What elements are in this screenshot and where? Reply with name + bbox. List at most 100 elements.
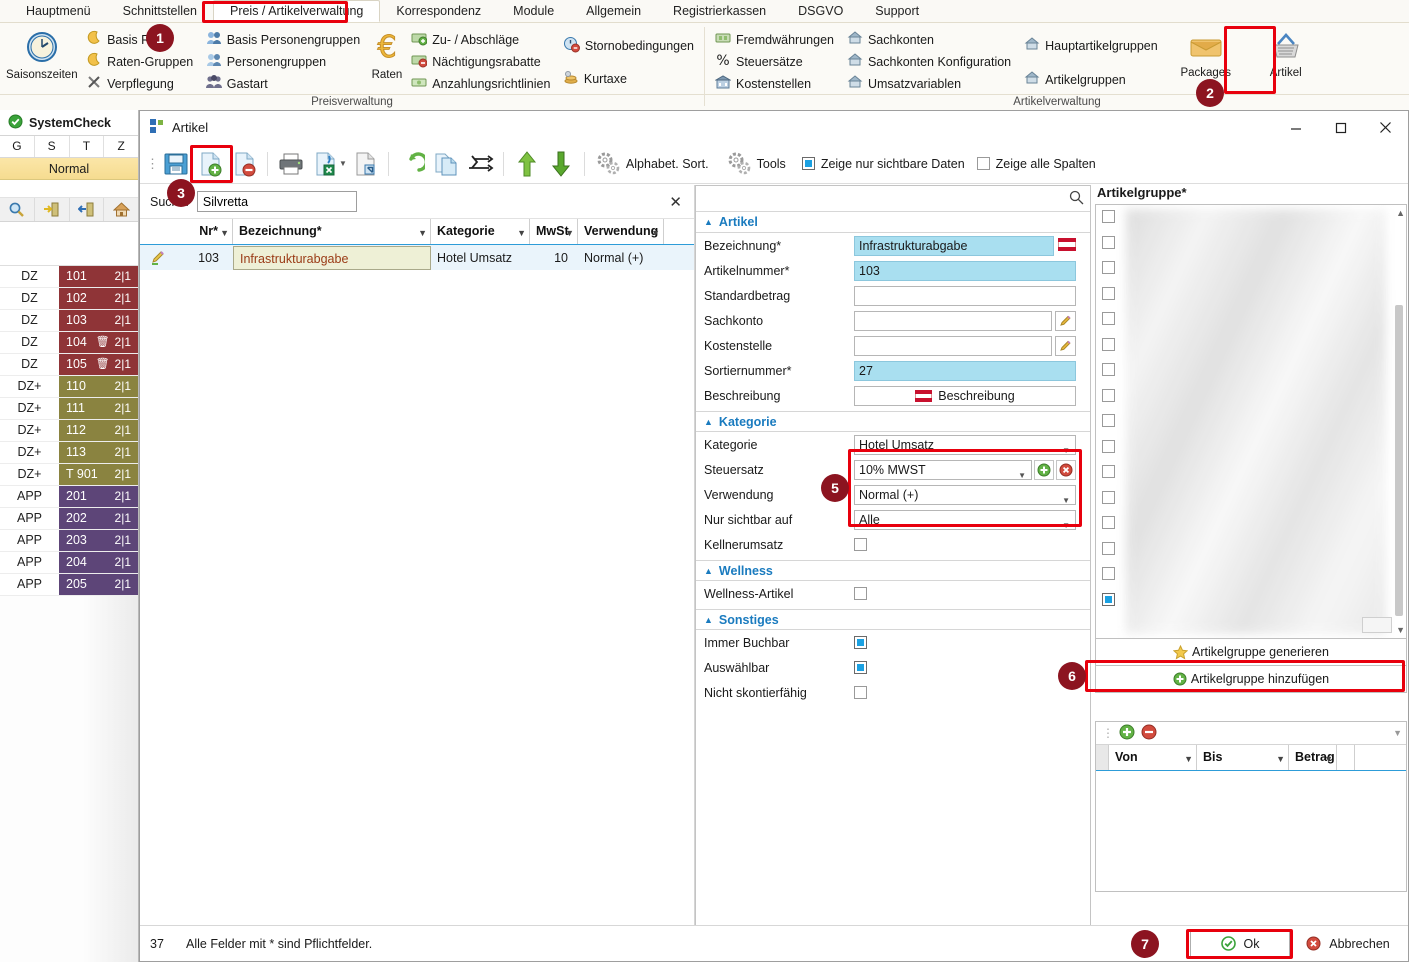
ribbon-item-steuersaetze[interactable]: % Steuersätze xyxy=(711,51,838,72)
ribbon-item-basis-rate[interactable]: Basis Rate xyxy=(82,29,197,50)
sidebar-room-row[interactable]: DZ 104 🗑 2|1 xyxy=(0,332,138,354)
ribbon-item-umsatzvariablen[interactable]: Umsatzvariablen xyxy=(843,73,1015,94)
artikelgruppe-checkbox[interactable] xyxy=(1102,465,1115,478)
artikelgruppe-checkbox[interactable] xyxy=(1102,210,1115,223)
ribbon-item-kurtaxe[interactable]: Kurtaxe xyxy=(559,68,698,89)
ribbon-item-stornobedingungen[interactable]: Stornobedingungen xyxy=(559,35,698,57)
sidebar-room-row[interactable]: DZ+ 110 2|1 xyxy=(0,376,138,398)
artikelgruppe-checkbox[interactable] xyxy=(1102,516,1115,529)
artikelgruppe-checkbox[interactable] xyxy=(1102,567,1115,580)
sidebar-room-row[interactable]: DZ+ 113 2|1 xyxy=(0,442,138,464)
ribbon-item-gastart[interactable]: Gastart xyxy=(202,73,364,94)
artikelgruppe-checkbox[interactable] xyxy=(1102,363,1115,376)
copy-button[interactable] xyxy=(430,148,462,180)
sidebar-room-row[interactable]: DZ+ 111 2|1 xyxy=(0,398,138,420)
export-excel-button[interactable] xyxy=(309,148,341,180)
filter-icon[interactable]: ▼ xyxy=(651,221,660,246)
sidebar-search-button[interactable] xyxy=(0,198,35,221)
undo-button[interactable] xyxy=(396,148,428,180)
sachkonto-edit-button[interactable] xyxy=(1055,310,1076,331)
sidebar-room-row[interactable]: DZ 102 2|1 xyxy=(0,288,138,310)
ribbon-item-verpflegung[interactable]: Verpflegung xyxy=(82,73,197,94)
ribbon-tab-allgemein[interactable]: Allgemein xyxy=(570,1,657,21)
artikelgruppe-checkbox[interactable] xyxy=(1102,337,1115,351)
filter-icon[interactable]: ▼ xyxy=(1184,747,1193,772)
artikelnummer-input[interactable]: 103 xyxy=(854,260,1076,281)
print-button[interactable] xyxy=(275,148,307,180)
grid-col-mwst[interactable]: MwSt ▼ xyxy=(530,219,578,244)
ribbon-item-sachkonten-konfiguration[interactable]: Sachkonten Konfiguration xyxy=(843,51,1015,72)
minimize-button[interactable] xyxy=(1273,111,1318,144)
grid-col-verwendung[interactable]: Verwendung ▼ xyxy=(578,219,664,244)
sidebar-room-row[interactable]: DZ 105 🗑 2|1 xyxy=(0,354,138,376)
ribbon-item-anzahlungsrichtlinien[interactable]: Anzahlungsrichtlinien xyxy=(407,73,554,94)
form-search-input[interactable] xyxy=(702,190,1069,207)
preis-remove-button[interactable] xyxy=(1141,724,1157,743)
artikelgruppe-checkbox[interactable] xyxy=(1102,541,1115,555)
ribbon-item-naechtigungsrabatte[interactable]: Nächtigungsrabatte xyxy=(407,51,554,72)
artikelgruppe-checkbox[interactable] xyxy=(1102,261,1115,274)
kategorie-dropdown[interactable]: Hotel Umsatz ▼ xyxy=(854,434,1076,455)
sachkonto-input[interactable] xyxy=(854,310,1052,331)
filter-icon[interactable]: ▼ xyxy=(517,221,526,246)
verwendung-dropdown[interactable]: Normal (+) ▼ xyxy=(854,484,1076,505)
artikelgruppe-last-cell[interactable] xyxy=(1362,617,1392,633)
steuersatz-add-button[interactable] xyxy=(1034,459,1054,480)
new-record-button[interactable] xyxy=(194,148,226,180)
maximize-button[interactable] xyxy=(1318,111,1363,144)
bezeichnung-input[interactable]: Infrastrukturabgabe xyxy=(854,235,1054,256)
ribbon-tab-dsgvo[interactable]: DSGVO xyxy=(782,1,859,21)
ribbon-item-fremdwaehrungen[interactable]: Fremdwährungen xyxy=(711,29,838,50)
ribbon-tab-module[interactable]: Module xyxy=(497,1,570,21)
flag-austria-icon[interactable] xyxy=(1057,237,1077,254)
close-button[interactable] xyxy=(1363,111,1408,144)
preis-col-von[interactable]: Von ▼ xyxy=(1109,745,1197,770)
section-sonstiges[interactable]: ▲ Sonstiges xyxy=(696,609,1090,630)
sidebar-room-row[interactable]: APP 203 2|1 xyxy=(0,530,138,552)
ribbon-button-raten[interactable]: € Raten xyxy=(369,27,406,82)
artikelgruppe-checkbox[interactable] xyxy=(1102,286,1115,300)
ribbon-button-packages[interactable]: Packages xyxy=(1167,27,1245,79)
grid-grip[interactable]: ⋮ xyxy=(1102,726,1114,740)
cell-bezeichnung[interactable]: Infrastrukturabgabe xyxy=(233,245,431,270)
grid-options-icon[interactable]: ▼ xyxy=(1393,728,1402,738)
auswaehlbar-checkbox[interactable] xyxy=(854,661,867,674)
clear-search-icon[interactable]: ✕ xyxy=(669,193,682,211)
search-icon[interactable] xyxy=(1069,190,1084,208)
preis-add-button[interactable] xyxy=(1119,724,1135,743)
ribbon-tab-korrespondenz[interactable]: Korrespondenz xyxy=(380,1,497,21)
artikelgruppe-checkbox[interactable] xyxy=(1102,592,1115,606)
artikelgruppe-checkbox[interactable] xyxy=(1102,490,1115,504)
artikelgruppe-checkbox[interactable] xyxy=(1102,439,1115,453)
sidebar-room-row[interactable]: DZ+ T 901 2|1 xyxy=(0,464,138,486)
table-row[interactable]: 103 Infrastrukturabgabe Hotel Umsatz 10 … xyxy=(140,245,694,270)
artikelgruppe-checkbox[interactable] xyxy=(1102,312,1115,325)
grid-col-bezeichnung[interactable]: Bezeichnung* ▼ xyxy=(233,219,431,244)
export-dropdown-caret-icon[interactable]: ▼ xyxy=(339,159,347,168)
move-up-button[interactable] xyxy=(511,148,543,180)
filter-icon[interactable]: ▼ xyxy=(1276,747,1285,772)
immer-buchbar-checkbox[interactable] xyxy=(854,636,867,649)
steuersatz-remove-button[interactable] xyxy=(1056,459,1076,480)
filter-icon[interactable]: ▼ xyxy=(1324,747,1333,772)
section-wellness[interactable]: ▲ Wellness xyxy=(696,560,1090,581)
show-visible-only-checkbox[interactable]: Zeige nur sichtbare Daten xyxy=(801,157,965,171)
toolbar-grip[interactable]: ⋮ xyxy=(146,156,159,172)
save-button[interactable] xyxy=(160,148,192,180)
ribbon-item-raten-gruppen[interactable]: Raten-Gruppen xyxy=(82,51,197,72)
sidebar-room-row[interactable]: DZ 103 2|1 xyxy=(0,310,138,332)
preis-col-betrag[interactable]: Betrag ▼ xyxy=(1289,745,1337,770)
section-artikel[interactable]: ▲ Artikel xyxy=(696,212,1090,233)
sidebar-room-row[interactable]: DZ 101 2|1 xyxy=(0,266,138,288)
ribbon-item-artikelgruppen[interactable]: Artikelgruppen xyxy=(1020,69,1162,90)
delete-record-button[interactable] xyxy=(228,148,260,180)
artikelgruppe-list[interactable]: ▲ ▼ xyxy=(1095,204,1407,639)
ribbon-tab-support[interactable]: Support xyxy=(859,1,935,21)
cancel-button[interactable]: Abbrechen xyxy=(1298,930,1398,957)
search-input[interactable] xyxy=(196,191,357,212)
ribbon-item-sachkonten[interactable]: Sachkonten xyxy=(843,29,1015,50)
ribbon-tab-preis-artikelverwaltung[interactable]: Preis / Artikelverwaltung xyxy=(212,0,381,22)
filter-icon[interactable]: ▼ xyxy=(220,221,229,246)
sidebar-checkout-button[interactable] xyxy=(70,198,105,221)
alphabet-sort-button[interactable]: Alphabet. Sort. xyxy=(592,152,713,176)
